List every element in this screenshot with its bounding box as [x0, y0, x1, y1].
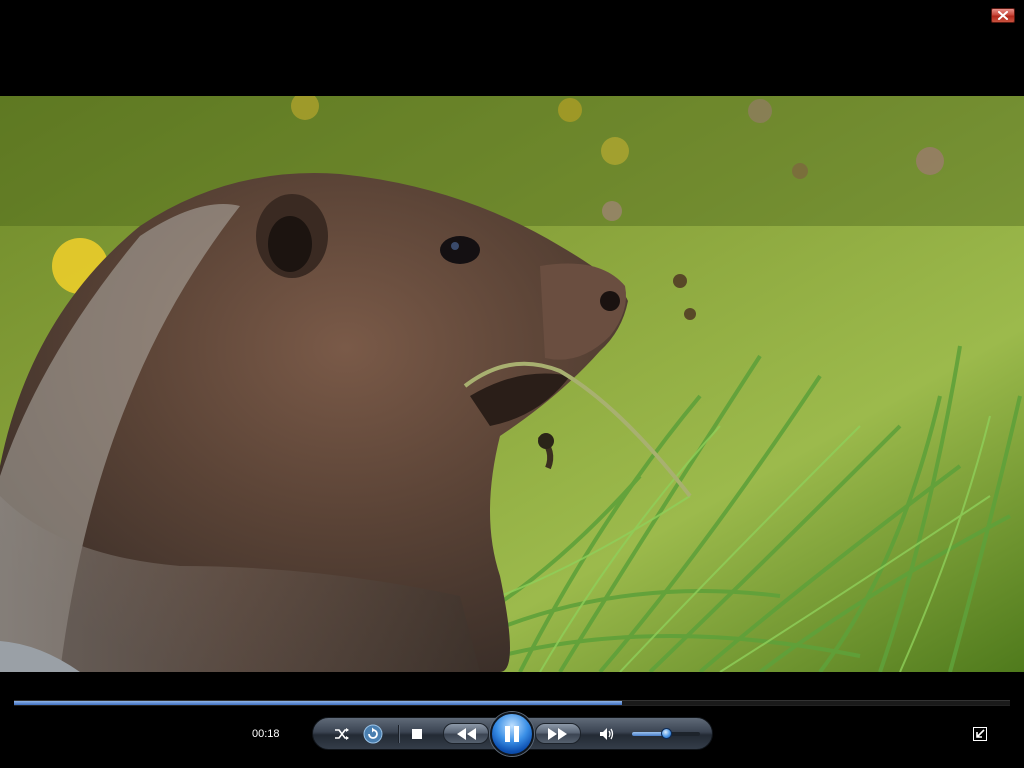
media-player-window: 00:18: [0, 0, 1024, 768]
next-button[interactable]: [535, 723, 581, 744]
stop-button[interactable]: [411, 728, 423, 740]
separator: [398, 725, 400, 743]
volume-slider[interactable]: [632, 728, 700, 739]
close-icon: [998, 11, 1008, 20]
switch-to-library-icon: [973, 727, 987, 741]
shuffle-icon: [335, 728, 349, 740]
elapsed-time: 00:18: [252, 728, 280, 740]
shuffle-button[interactable]: [333, 726, 351, 742]
playback-controls: [312, 712, 713, 756]
stop-icon: [412, 729, 422, 739]
close-button[interactable]: [991, 8, 1015, 23]
video-frame: [0, 96, 1024, 672]
video-display[interactable]: [0, 96, 1024, 672]
previous-button[interactable]: [443, 723, 489, 744]
fast-forward-icon: [548, 727, 567, 740]
play-pause-button[interactable]: [490, 712, 534, 756]
repeat-button[interactable]: [363, 724, 383, 744]
volume-thumb[interactable]: [661, 728, 672, 739]
mute-button[interactable]: [598, 726, 616, 742]
rewind-icon: [457, 727, 476, 740]
switch-to-library-button[interactable]: [973, 727, 987, 741]
repeat-icon: [363, 724, 383, 744]
seek-bar[interactable]: [14, 700, 1010, 706]
pause-icon: [505, 726, 519, 742]
speaker-icon: [600, 728, 614, 740]
seek-bar-progress: [14, 701, 622, 705]
